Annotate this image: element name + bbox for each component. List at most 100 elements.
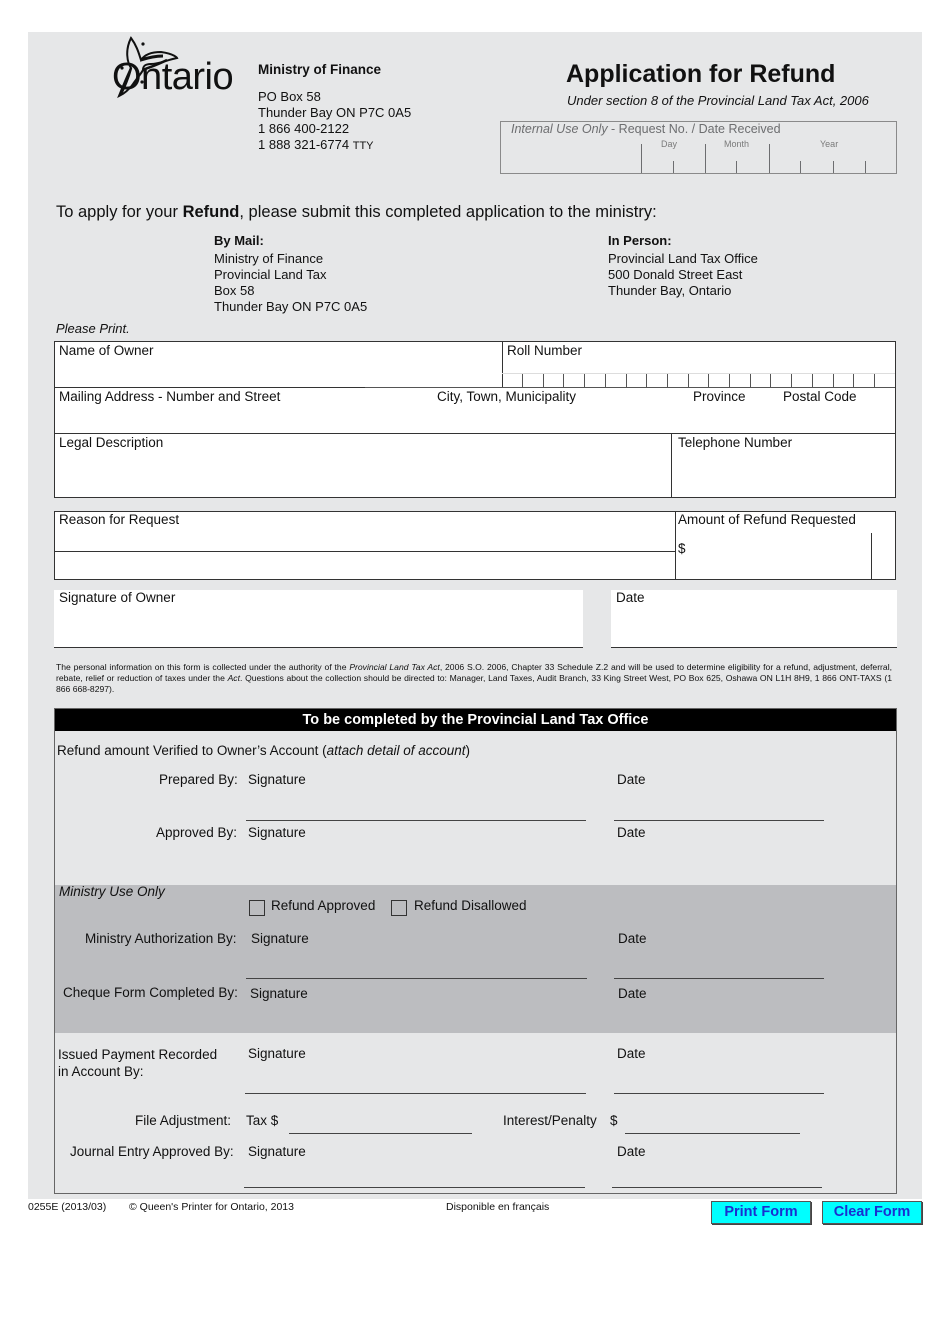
divider [671,433,672,497]
prepared-signature-label: Signature [248,772,306,787]
address-line: Thunder Bay, Ontario [608,283,732,298]
print-form-button[interactable]: Print Form [711,1201,811,1224]
mailing-address-label: Mailing Address - Number and Street [59,389,281,404]
approved-signature-label: Signature [248,825,306,840]
legal-description-label: Legal Description [59,435,164,450]
reason-input-line-2[interactable] [57,554,671,577]
owner-date-label: Date [616,590,645,605]
address-line: Box 58 [214,283,255,298]
issued-payment-signature-line[interactable] [245,1093,586,1094]
telephone-input[interactable] [675,453,891,495]
roll-number-label: Roll Number [507,343,583,358]
ministry-address-block: Ministry of Finance PO Box 58 Thunder Ba… [258,62,411,154]
journal-entry-date-label: Date [617,1144,646,1159]
divider [55,387,365,388]
ministry-use-only-label: Ministry Use Only [59,884,165,899]
address-line: Ministry of Finance [214,251,324,266]
by-mail-heading: By Mail: [214,233,264,248]
owner-date-input[interactable] [613,608,893,644]
address-line: Provincial Land Tax Office [608,251,758,266]
ministry-authorization-signature-label: Signature [251,931,309,946]
ministry-name: Ministry of Finance [258,62,382,77]
ontario-wordmark: Ontario [112,56,234,98]
clear-form-button[interactable]: Clear Form [822,1201,922,1224]
refund-approved-checkbox[interactable] [249,900,265,916]
prepared-date-label: Date [617,772,646,787]
form-subtitle: Under section 8 of the Provincial Land T… [567,93,869,108]
ministry-address-line: PO Box 58 [258,89,321,104]
postal-code-label: Postal Code [783,389,857,404]
ministry-authorization-label: Ministry Authorization By: [85,931,237,946]
journal-entry-signature-line[interactable] [244,1187,585,1188]
name-of-owner-label: Name of Owner [59,343,154,358]
office-use-section: To be completed by the Provincial Land T… [54,708,897,1194]
divider [675,512,676,579]
office-section-heading: To be completed by the Provincial Land T… [55,709,896,731]
tax-dollar-label: Tax $ [246,1113,279,1128]
tax-adjustment-line[interactable] [289,1133,472,1134]
ministry-address-line: Thunder Bay ON P7C 0A5 [258,105,412,120]
form-title: Application for Refund [566,60,836,88]
french-availability: Disponible en français [446,1201,550,1213]
divider [871,533,872,579]
ministry-use-only-band: Ministry Use Only Refund Approved Refund… [55,884,896,1033]
owner-info-box: Name of Owner Roll Number Mailing Addres… [54,341,896,498]
dollar-sign: $ [678,541,686,556]
address-line: 500 Donald Street East [608,267,743,282]
divider [365,387,895,388]
city-input[interactable] [435,407,685,431]
cheque-form-date-label: Date [618,986,647,1001]
address-line: Thunder Bay ON P7C 0A5 [214,299,368,314]
province-input[interactable] [691,407,777,431]
reason-box: Reason for Request Amount of Refund Requ… [54,511,896,580]
mailing-address-input[interactable] [57,407,427,431]
issued-payment-date-line[interactable] [614,1093,824,1094]
internal-request-input[interactable] [501,136,896,173]
please-print-note: Please Print. [56,321,130,336]
refund-disallowed-checkbox[interactable] [391,900,407,916]
prepared-by-label: Prepared By: [159,772,238,787]
legal-description-input[interactable] [57,453,667,495]
form-number: 0255E (2013/03) [28,1201,107,1213]
file-adjustment-label: File Adjustment: [135,1113,232,1128]
refund-amount-label: Amount of Refund Requested [678,512,856,527]
journal-entry-signature-label: Signature [248,1144,306,1159]
verified-text: Refund amount Verified to Owner’s Accoun… [57,743,470,758]
owner-date-box: Date [611,590,897,648]
signature-of-owner-label: Signature of Owner [59,590,176,605]
reason-label: Reason for Request [59,512,180,527]
issued-payment-date-label: Date [617,1046,646,1061]
postal-code-input[interactable] [781,407,891,431]
province-label: Province [693,389,746,404]
in-person-address: In Person: Provincial Land Tax Office 50… [608,233,758,299]
interest-penalty-line[interactable] [625,1133,800,1134]
journal-entry-date-line[interactable] [612,1187,822,1188]
internal-use-box: Internal Use Only - Request No. / Date R… [500,121,897,174]
roll-number-input[interactable] [505,360,893,385]
by-mail-address: By Mail: Ministry of Finance Provincial … [214,233,367,315]
internal-use-label: Internal Use Only - Request No. / Date R… [511,122,781,136]
in-person-heading: In Person: [608,233,672,248]
prepared-date-line[interactable] [614,820,824,821]
ministry-phone: 1 866 400-2122 [258,121,350,136]
divider [502,342,503,387]
prepared-signature-line[interactable] [246,820,586,821]
cheque-form-signature-label: Signature [250,986,308,1001]
divider [55,551,675,552]
owner-signature-box[interactable]: Signature of Owner [54,590,583,648]
approved-by-label: Approved By: [156,825,238,840]
privacy-notice: The personal information on this form is… [56,662,892,694]
intro-text: To apply for your Refund, please submit … [56,203,657,221]
divider [55,433,895,434]
ministry-authorization-signature-line[interactable] [246,978,587,979]
interest-penalty-label: Interest/Penalty [503,1113,597,1128]
address-line: Provincial Land Tax [214,267,327,282]
name-of-owner-input[interactable] [57,360,497,385]
reason-input-line-1[interactable] [57,530,671,550]
refund-disallowed-label: Refund Disallowed [414,898,527,913]
refund-amount-input[interactable] [689,536,867,576]
ministry-authorization-date-label: Date [618,931,647,946]
approved-date-label: Date [617,825,646,840]
ministry-authorization-date-line[interactable] [614,978,824,979]
cheque-form-completed-label: Cheque Form Completed By: [63,985,238,1000]
